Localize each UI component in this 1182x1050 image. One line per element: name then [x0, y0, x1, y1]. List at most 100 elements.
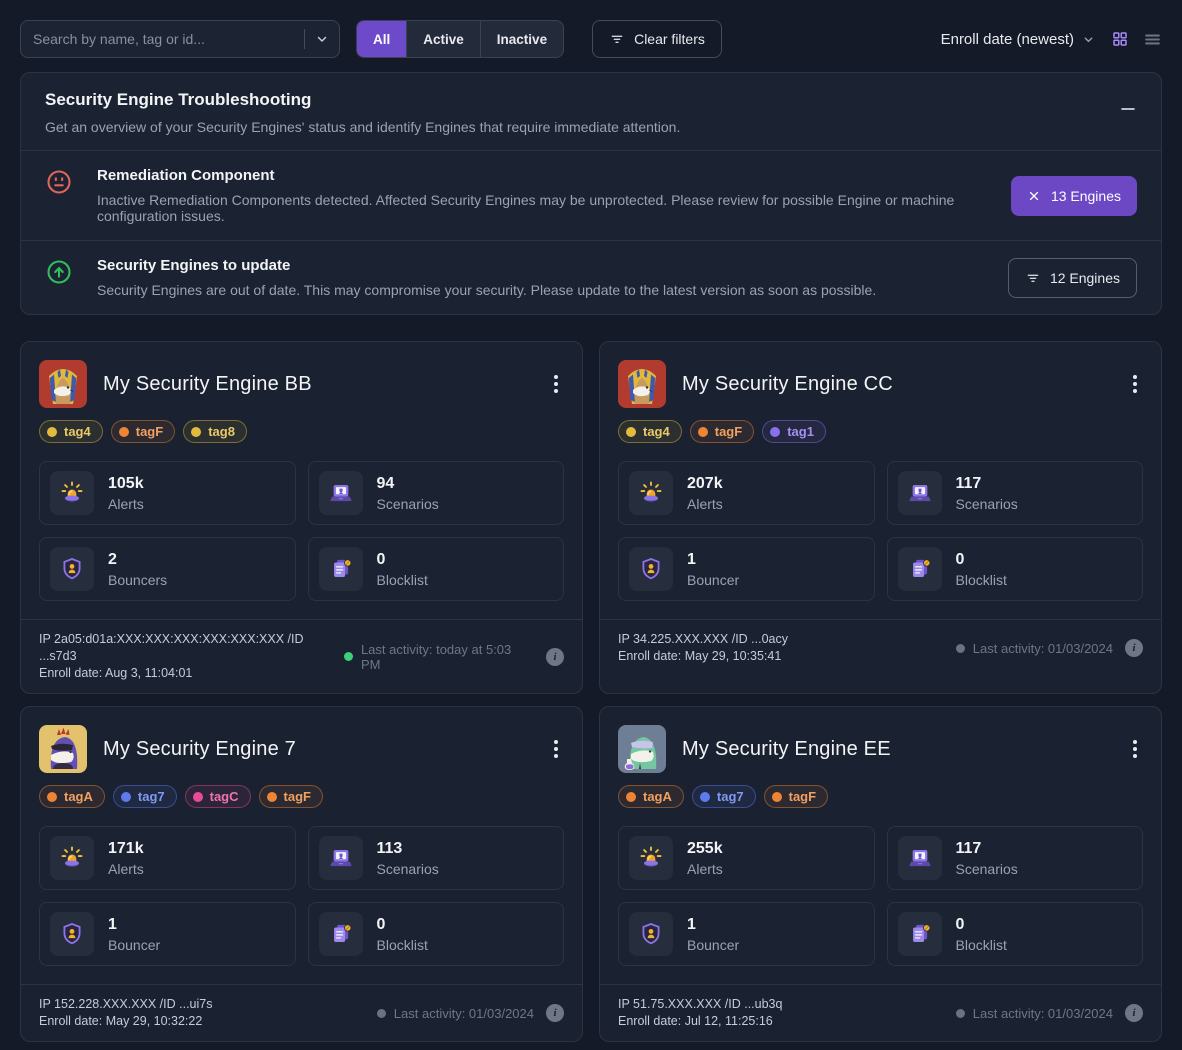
engine-avatar: [39, 725, 87, 773]
tag-list: tagA tag7 tagC tagF: [39, 785, 564, 808]
engine-name: My Security Engine BB: [103, 373, 312, 396]
tag-color-dot: [770, 427, 780, 437]
stat-tile-bouncer[interactable]: 1 Bouncer: [39, 902, 296, 966]
grid-view-icon[interactable]: [1111, 30, 1129, 48]
info-icon[interactable]: i: [1125, 1004, 1143, 1022]
stat-value: 1: [687, 551, 739, 569]
stat-tile-blocklist[interactable]: 0 Blocklist: [887, 902, 1144, 966]
activity-status-dot: [956, 1009, 965, 1018]
tag-color-dot: [626, 427, 636, 437]
stat-tile-scenarios[interactable]: 94 Scenarios: [308, 461, 565, 525]
stat-tile-bouncer[interactable]: 1 Bouncer: [618, 902, 875, 966]
stat-tile-blocklist[interactable]: 0 Blocklist: [887, 537, 1144, 601]
tag-pill[interactable]: tag7: [113, 785, 177, 808]
siren-icon: [50, 836, 94, 880]
laptop-icon: [319, 836, 363, 880]
sort-dropdown[interactable]: Enroll date (newest): [941, 31, 1095, 48]
stats-grid: 255k Alerts 117 Scenarios 1 Bouncer 0 Bl…: [618, 826, 1143, 966]
tag-list: tag4 tagF tag1: [618, 420, 1143, 443]
chevron-down-icon[interactable]: [315, 32, 329, 46]
troubleshooting-subtitle: Get an overview of your Security Engines…: [45, 119, 680, 135]
tag-pill[interactable]: tagA: [618, 785, 684, 808]
tag-pill[interactable]: tag8: [183, 420, 247, 443]
tag-pill[interactable]: tagC: [185, 785, 251, 808]
tag-pill[interactable]: tagA: [39, 785, 105, 808]
tag-pill[interactable]: tagF: [259, 785, 323, 808]
tag-pill[interactable]: tag1: [762, 420, 826, 443]
tag-pill[interactable]: tag4: [39, 420, 103, 443]
stat-tile-scenarios[interactable]: 113 Scenarios: [308, 826, 565, 890]
stat-label: Alerts: [687, 861, 723, 877]
tag-color-dot: [700, 792, 710, 802]
blocklist-icon: [898, 912, 942, 956]
tag-color-dot: [47, 792, 57, 802]
engine-name: My Security Engine EE: [682, 738, 891, 761]
laptop-icon: [898, 836, 942, 880]
info-icon[interactable]: i: [1125, 639, 1143, 657]
stat-value: 113: [377, 840, 439, 858]
tag-pill[interactable]: tag4: [618, 420, 682, 443]
list-view-icon[interactable]: [1143, 30, 1162, 49]
tag-label: tagC: [210, 789, 239, 804]
stat-value: 1: [687, 916, 739, 934]
clear-filters-button[interactable]: Clear filters: [592, 20, 722, 58]
kebab-menu-icon[interactable]: [1127, 734, 1143, 764]
info-icon[interactable]: i: [546, 1004, 564, 1022]
tag-label: tagF: [715, 424, 742, 439]
tag-pill[interactable]: tagF: [111, 420, 175, 443]
stats-grid: 105k Alerts 94 Scenarios 2 Bouncers 0 Bl…: [39, 461, 564, 601]
stat-tile-bouncers[interactable]: 2 Bouncers: [39, 537, 296, 601]
activity-status-dot: [377, 1009, 386, 1018]
tag-pill[interactable]: tagF: [764, 785, 828, 808]
stat-value: 255k: [687, 840, 723, 858]
stat-tile-alerts[interactable]: 207k Alerts: [618, 461, 875, 525]
laptop-icon: [319, 471, 363, 515]
stat-tile-blocklist[interactable]: 0 Blocklist: [308, 537, 565, 601]
filter-tab-inactive[interactable]: Inactive: [481, 21, 563, 57]
remediation-engines-button[interactable]: 13 Engines: [1011, 176, 1137, 216]
tag-color-dot: [119, 427, 129, 437]
search-input[interactable]: [33, 31, 294, 47]
engine-avatar: [39, 360, 87, 408]
toolbar: All Active Inactive Clear filters Enroll…: [20, 20, 1162, 58]
siren-icon: [629, 836, 673, 880]
tag-label: tag1: [787, 424, 814, 439]
stat-tile-scenarios[interactable]: 117 Scenarios: [887, 826, 1144, 890]
tag-pill[interactable]: tag7: [692, 785, 756, 808]
stat-value: 1: [108, 916, 160, 934]
stat-tile-alerts[interactable]: 171k Alerts: [39, 826, 296, 890]
filter-tab-all[interactable]: All: [357, 21, 407, 57]
activity-status-dot: [956, 644, 965, 653]
stats-grid: 207k Alerts 117 Scenarios 1 Bouncer 0 Bl…: [618, 461, 1143, 601]
last-activity-label: Last activity: 01/03/2024: [973, 641, 1113, 656]
stat-label: Bouncer: [108, 937, 160, 953]
stat-label: Alerts: [687, 496, 723, 512]
collapse-icon[interactable]: [1119, 100, 1137, 118]
kebab-menu-icon[interactable]: [1127, 369, 1143, 399]
tag-color-dot: [121, 792, 131, 802]
kebab-menu-icon[interactable]: [548, 734, 564, 764]
stat-value: 0: [377, 551, 428, 569]
stat-tile-blocklist[interactable]: 0 Blocklist: [308, 902, 565, 966]
stat-tile-scenarios[interactable]: 117 Scenarios: [887, 461, 1144, 525]
engine-ip-id: IP 152.228.XXX.XXX /ID ...ui7s: [39, 996, 212, 1013]
kebab-menu-icon[interactable]: [548, 369, 564, 399]
stat-tile-bouncer[interactable]: 1 Bouncer: [618, 537, 875, 601]
filter-tab-active[interactable]: Active: [407, 21, 481, 57]
engine-name: My Security Engine 7: [103, 738, 296, 761]
tag-list: tag4 tagF tag8: [39, 420, 564, 443]
info-icon[interactable]: i: [546, 648, 564, 666]
siren-icon: [50, 471, 94, 515]
stat-value: 105k: [108, 475, 144, 493]
tag-label: tag7: [138, 789, 165, 804]
stat-label: Alerts: [108, 861, 144, 877]
stat-tile-alerts[interactable]: 255k Alerts: [618, 826, 875, 890]
stat-label: Scenarios: [377, 496, 439, 512]
stat-tile-alerts[interactable]: 105k Alerts: [39, 461, 296, 525]
filter-icon: [609, 31, 625, 47]
tag-list: tagA tag7 tagF: [618, 785, 1143, 808]
update-engines-button[interactable]: 12 Engines: [1008, 258, 1137, 298]
engine-ip-id: IP 51.75.XXX.XXX /ID ...ub3q: [618, 996, 782, 1013]
search-box[interactable]: [20, 20, 340, 58]
tag-pill[interactable]: tagF: [690, 420, 754, 443]
